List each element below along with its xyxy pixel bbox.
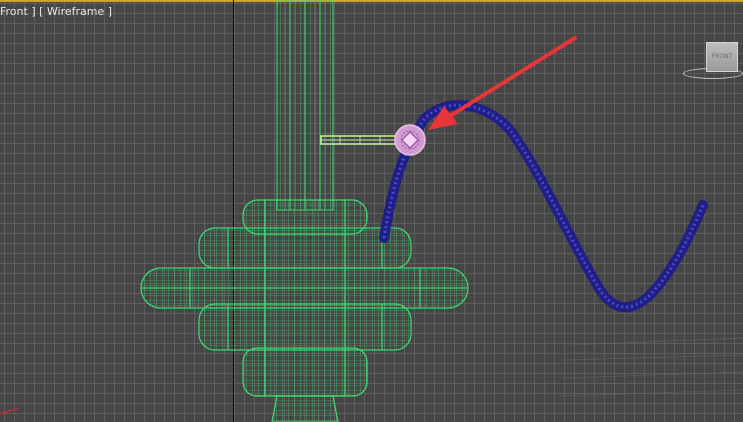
front-viewport[interactable]: Front ] [ Wireframe ] FRONT: [0, 0, 743, 422]
faint-ghost-geometry: [559, 337, 743, 397]
viewport-label[interactable]: Front ] [ Wireframe ]: [0, 5, 112, 18]
axis-tripod: [0, 407, 19, 415]
lathe-object-wireframe[interactable]: [140, 199, 469, 422]
viewcube-icon[interactable]: FRONT: [706, 42, 738, 72]
selected-vertex-marker[interactable]: [394, 124, 426, 156]
shaft-wireframe[interactable]: [276, 0, 334, 211]
viewport-scene[interactable]: [0, 0, 743, 422]
